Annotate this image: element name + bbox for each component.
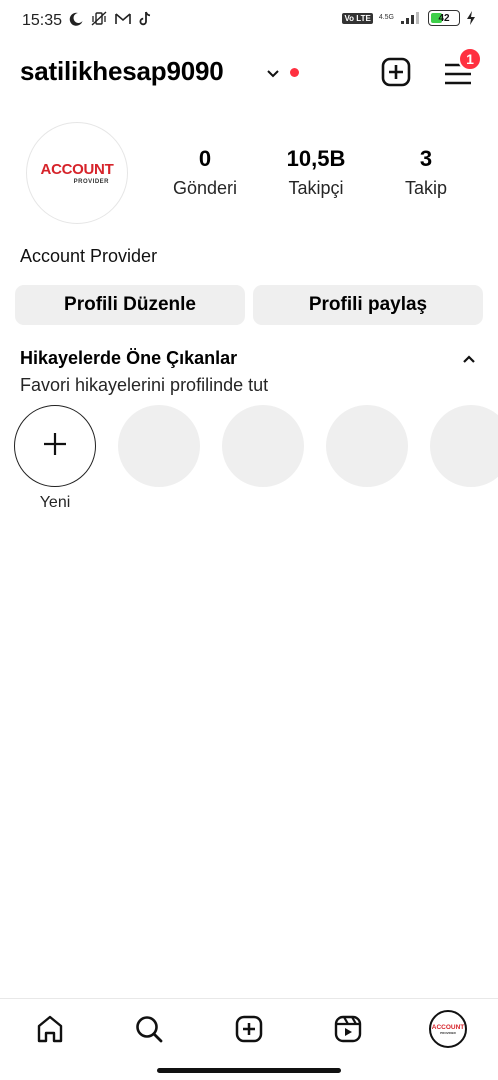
volte-icon: Vo LTE [342,12,373,24]
moon-icon [68,11,84,27]
menu-badge: 1 [458,47,482,71]
stat-value: 3 [419,146,433,171]
avatar-logo-sub: PROVIDER [73,178,109,185]
stat-value: 0 [198,146,212,171]
battery-level: 42 [438,12,450,24]
highlight-placeholder [222,405,304,487]
battery-icon: 42 [428,10,460,26]
status-bar: 15:35 Vo LTE 4.5G 42 [0,0,498,40]
home-icon[interactable] [32,1011,68,1047]
status-icons-right: Vo LTE 4.5G 42 [342,10,476,26]
reels-icon[interactable] [330,1011,366,1047]
edit-profile-button[interactable]: Profili Düzenle [15,285,245,325]
gmail-icon [114,12,132,26]
display-name: Account Provider [20,246,158,266]
charging-icon [466,10,476,26]
avatar-logo-text: ACCOUNT [40,160,114,178]
search-icon[interactable] [131,1011,167,1047]
status-time: 15:35 [22,12,63,29]
stat-followers[interactable]: 10,5B Takipçi [270,146,362,199]
share-profile-button[interactable]: Profili paylaş [253,285,483,325]
stat-label: Takip [404,178,448,198]
plus-icon [41,430,69,463]
stat-following[interactable]: 3 Takip [390,146,462,199]
home-indicator [157,1068,341,1073]
chevron-up-icon[interactable] [462,352,476,370]
new-highlight-button[interactable] [14,405,96,487]
profile-avatar[interactable]: ACCOUNT PROVIDER [429,1010,467,1048]
username-switcher[interactable]: satilikhesap9090 [20,56,224,87]
highlights-title: Hikayelerde Öne Çıkanlar [20,348,238,368]
profile-header: satilikhesap9090 1 [0,47,498,96]
new-post-icon[interactable] [380,56,412,88]
profile-avatar[interactable]: ACCOUNT PROVIDER [26,122,128,224]
stat-posts[interactable]: 0 Gönderi [164,146,246,199]
status-icons-left [68,11,152,27]
create-icon[interactable] [231,1011,267,1047]
chevron-down-icon[interactable] [266,66,280,84]
network-type: 4.5G [378,14,394,21]
nav-avatar-logo-text: ACCOUNT [431,1023,465,1031]
notification-dot [290,68,299,77]
vibrate-off-icon [90,11,108,27]
stat-label: Gönderi [172,178,238,198]
highlight-placeholder [118,405,200,487]
tiktok-icon [138,11,152,27]
highlight-placeholder [430,405,498,487]
highlight-placeholder [326,405,408,487]
highlights-subtitle: Favori hikayelerini profilinde tut [20,375,269,395]
new-highlight-label: Yeni [39,494,71,511]
stat-label: Takipçi [288,178,344,198]
nav-avatar-logo-sub: PROVIDER [440,1030,456,1035]
stat-value: 10,5B [286,146,346,171]
signal-icon [400,11,422,25]
